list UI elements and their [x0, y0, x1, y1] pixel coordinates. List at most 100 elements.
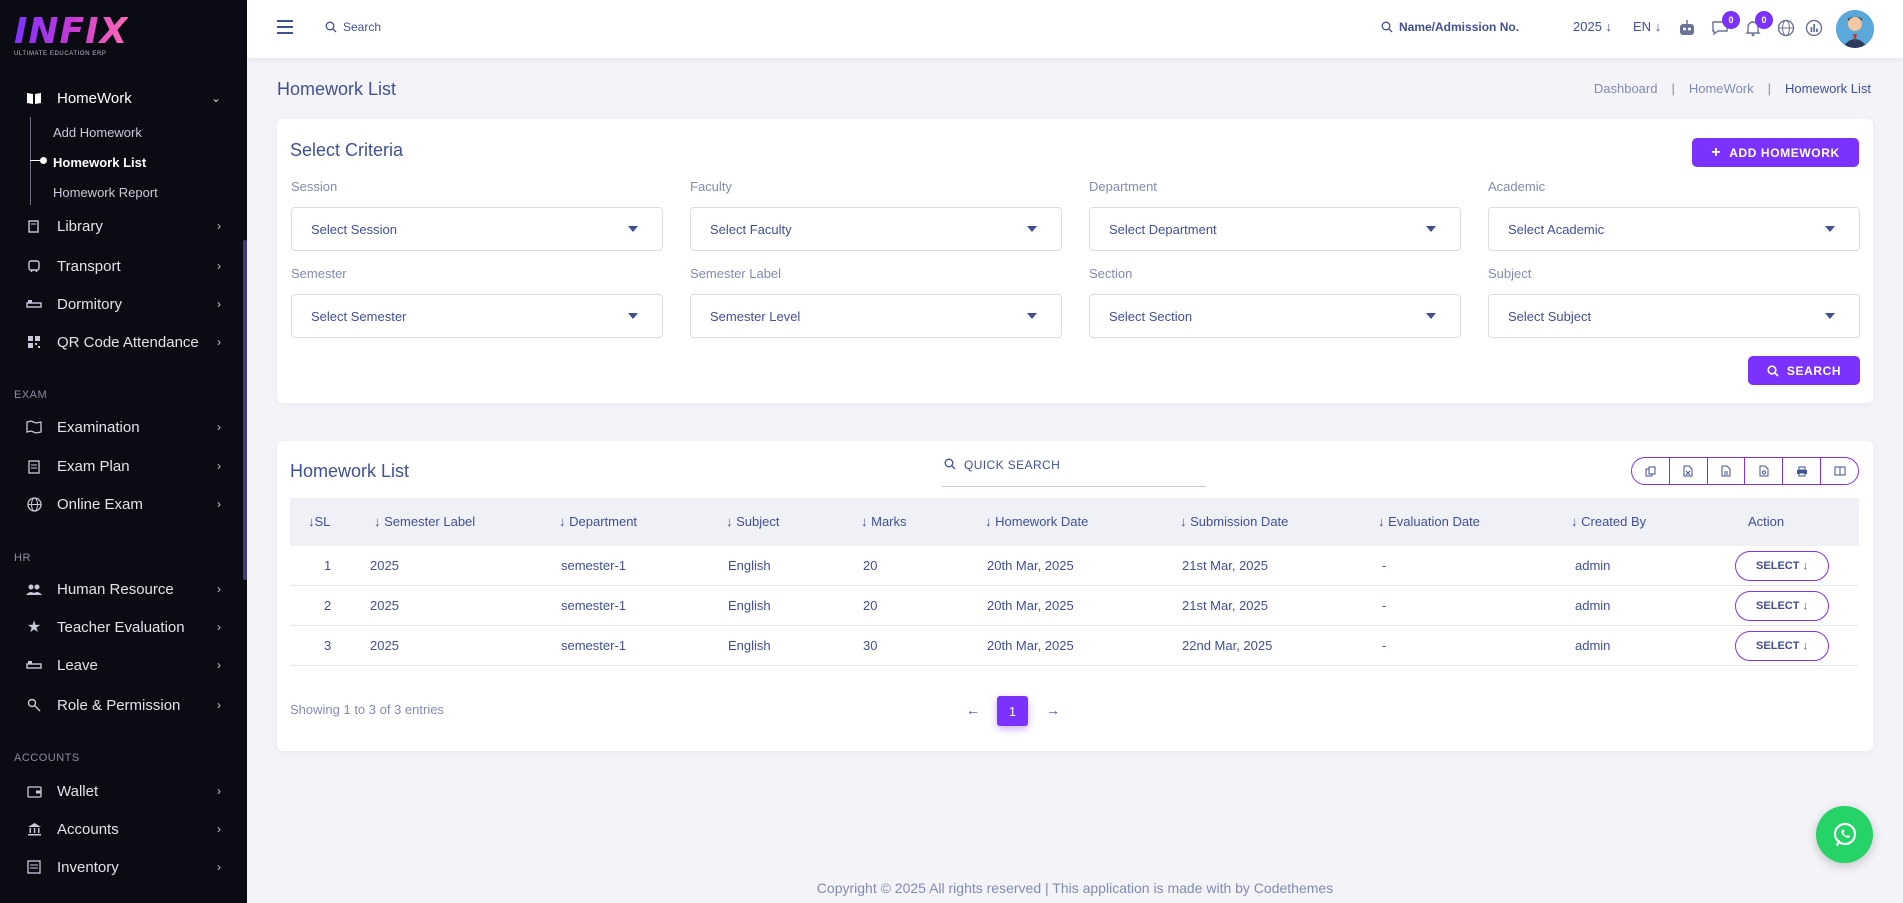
- caret-down-icon: [1027, 313, 1037, 319]
- faculty-value: Select Faculty: [710, 222, 792, 237]
- column-header-created-by[interactable]: ↓ Created By: [1571, 514, 1646, 529]
- sidebar-item-qr-code-attendance[interactable]: QR Code Attendance ›: [0, 327, 243, 357]
- caret-down-icon: [1825, 313, 1835, 319]
- breadcrumb-separator: |: [1767, 81, 1772, 96]
- session-value: Select Session: [311, 222, 397, 237]
- sidebar-item-dormitory[interactable]: Dormitory ›: [0, 289, 243, 319]
- year-selector[interactable]: 2025 ↓: [1573, 19, 1612, 34]
- sidebar-item-label: Human Resource: [57, 580, 174, 598]
- column-header-sl[interactable]: ↓SL: [308, 514, 330, 529]
- sidebar-item-label: Library: [57, 217, 103, 235]
- pagination-next-icon[interactable]: →: [1046, 702, 1060, 718]
- sidebar-item-online-exam[interactable]: Online Exam ›: [0, 489, 243, 519]
- sidebar-item-transport[interactable]: Transport ›: [0, 251, 243, 281]
- column-header-homework-date[interactable]: ↓ Homework Date: [985, 514, 1088, 529]
- row-select-button[interactable]: SELECT ↓: [1735, 551, 1829, 581]
- analytics-icon[interactable]: [1804, 18, 1824, 38]
- sidebar-item-library[interactable]: Library ›: [0, 211, 243, 241]
- search-button[interactable]: SEARCH: [1748, 356, 1860, 385]
- map-icon: [26, 419, 42, 435]
- department-value: Select Department: [1109, 222, 1217, 237]
- sidebar-item-examination[interactable]: Examination ›: [0, 412, 243, 442]
- row-select-button[interactable]: SELECT ↓: [1735, 631, 1829, 661]
- sidebar-item-human-resource[interactable]: Human Resource ›: [0, 574, 243, 604]
- breadcrumb-dashboard[interactable]: Dashboard: [1594, 81, 1658, 96]
- sort-arrow-icon: ↓: [985, 514, 992, 529]
- submenu-item-homework-report[interactable]: Homework Report: [53, 185, 158, 200]
- sort-arrow-icon: ↓: [374, 514, 381, 529]
- cell-marks: 30: [863, 638, 878, 653]
- pdf-icon[interactable]: [1745, 458, 1784, 484]
- book-open-icon: [26, 90, 42, 106]
- library-icon: [26, 218, 42, 234]
- column-header-subject[interactable]: ↓ Subject: [726, 514, 780, 529]
- submenu-item-homework-list[interactable]: Homework List: [53, 155, 146, 170]
- session-label: Session: [291, 179, 338, 194]
- list-title: Homework List: [290, 461, 410, 481]
- globe-icon[interactable]: [1776, 18, 1796, 38]
- pagination-page-current[interactable]: 1: [997, 696, 1028, 726]
- hamburger-menu-icon[interactable]: [277, 20, 293, 34]
- pagination-prev-icon[interactable]: ←: [966, 702, 980, 718]
- sidebar-item-teacher-evaluation[interactable]: ★ Teacher Evaluation ›: [0, 612, 243, 642]
- quick-search-input[interactable]: QUICK SEARCH: [942, 452, 1206, 487]
- row-select-button[interactable]: SELECT ↓: [1735, 591, 1829, 621]
- top-search[interactable]: Search: [325, 20, 381, 34]
- subject-select[interactable]: Select Subject: [1488, 294, 1860, 338]
- faculty-select[interactable]: Select Faculty: [690, 207, 1062, 251]
- excel-icon[interactable]: [1670, 458, 1708, 484]
- column-header-department[interactable]: ↓ Department: [559, 514, 637, 529]
- column-header-action: Action: [1748, 514, 1785, 529]
- cell-evaluation-date: -: [1382, 638, 1387, 653]
- column-header-marks[interactable]: ↓ Marks: [861, 514, 907, 529]
- search-icon: [944, 458, 956, 470]
- caret-down-icon: [628, 226, 638, 232]
- column-header-semester-label[interactable]: ↓ Semester Label: [374, 514, 475, 529]
- column-header-submission-date[interactable]: ↓ Submission Date: [1180, 514, 1288, 529]
- department-select[interactable]: Select Department: [1089, 207, 1461, 251]
- chevron-right-icon: ›: [217, 459, 221, 473]
- caret-down-icon: [628, 313, 638, 319]
- cell-subject: English: [728, 558, 771, 573]
- csv-icon[interactable]: [1708, 458, 1746, 484]
- sidebar-item-role-permission[interactable]: Role & Permission ›: [0, 690, 243, 720]
- add-homework-button[interactable]: + ADD HOMEWORK: [1692, 138, 1859, 167]
- session-select[interactable]: Select Session: [291, 207, 663, 251]
- cell-homework-date: 20th Mar, 2025: [987, 638, 1074, 653]
- bell-icon[interactable]: 0: [1743, 11, 1773, 38]
- column-label: Created By: [1581, 514, 1647, 529]
- print-icon[interactable]: [1783, 458, 1822, 484]
- semester-select[interactable]: Select Semester: [291, 294, 663, 338]
- add-homework-label: ADD HOMEWORK: [1729, 145, 1840, 160]
- chevron-right-icon: ›: [217, 658, 221, 672]
- section-select[interactable]: Select Section: [1089, 294, 1461, 338]
- copy-icon[interactable]: [1632, 458, 1670, 484]
- sidebar-item-homework[interactable]: HomeWork ⌄: [0, 83, 243, 113]
- sort-arrow-icon: ↓: [726, 514, 733, 529]
- avatar[interactable]: [1836, 10, 1874, 48]
- chat-icon[interactable]: 0: [1710, 11, 1740, 38]
- breadcrumb-homework[interactable]: HomeWork: [1689, 81, 1754, 96]
- chevron-right-icon: ›: [217, 860, 221, 874]
- submenu-item-add-homework[interactable]: Add Homework: [53, 125, 142, 140]
- columns-icon[interactable]: [1821, 458, 1858, 484]
- sidebar-item-wallet[interactable]: Wallet ›: [0, 776, 243, 806]
- sidebar-item-leave[interactable]: Leave ›: [0, 650, 243, 680]
- cell-marks: 20: [863, 558, 878, 573]
- semester-label-select[interactable]: Semester Level: [690, 294, 1062, 338]
- academic-select[interactable]: Select Academic: [1488, 207, 1860, 251]
- sidebar-item-inventory[interactable]: Inventory ›: [0, 852, 243, 882]
- chevron-right-icon: ›: [217, 219, 221, 233]
- section-label: Section: [1089, 266, 1133, 281]
- whatsapp-button[interactable]: [1816, 806, 1873, 863]
- department-label: Department: [1089, 179, 1157, 194]
- robot-icon[interactable]: [1677, 18, 1697, 38]
- column-header-evaluation-date[interactable]: ↓ Evaluation Date: [1378, 514, 1480, 529]
- language-selector[interactable]: EN ↓: [1633, 19, 1661, 34]
- sidebar-item-accounts[interactable]: Accounts ›: [0, 814, 243, 844]
- sidebar-scrollbar[interactable]: [243, 240, 247, 580]
- sidebar-item-exam-plan[interactable]: Exam Plan ›: [0, 451, 243, 481]
- name-admission-search[interactable]: Name/Admission No.: [1381, 20, 1519, 34]
- cell-evaluation-date: -: [1382, 598, 1387, 613]
- logo[interactable]: INFIX ULTIMATE EDUCATION ERP: [14, 14, 128, 58]
